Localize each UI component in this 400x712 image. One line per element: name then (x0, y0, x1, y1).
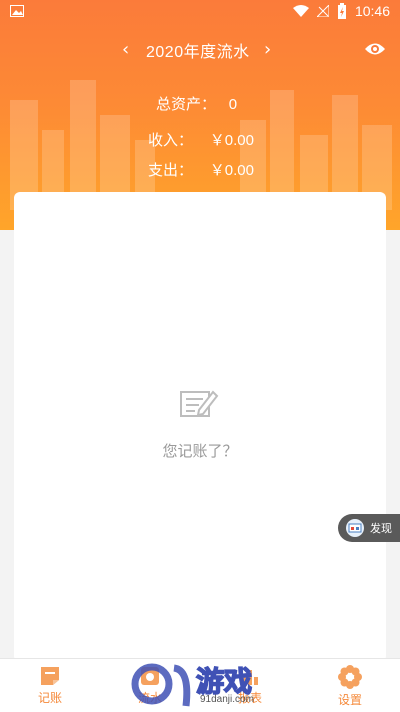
tab-report[interactable]: 报表 (220, 665, 280, 706)
records-card: 您记账了？ (14, 192, 386, 662)
tab-bookkeeping[interactable]: 记账 (20, 665, 80, 706)
gallery-notification-icon (10, 5, 24, 17)
income-value: ￥0.00 (209, 132, 254, 149)
tab-settings[interactable]: 设置 (320, 665, 380, 708)
previous-year-button[interactable]: ‹ (122, 39, 129, 60)
status-bar: 10:46 (0, 0, 400, 24)
discover-button[interactable]: 发现 (338, 514, 400, 542)
title-row: ‹ 2020年度流水 › (0, 38, 400, 62)
tab-label: 记账 (37, 691, 62, 705)
income-row: 收入： ￥0.00 (148, 129, 254, 150)
page-title: 2020年度流水 (146, 44, 250, 61)
total-assets-row: 总资产： 0 (156, 93, 237, 114)
chart-icon (242, 670, 258, 685)
no-signal-icon (316, 5, 329, 17)
wifi-icon (292, 5, 309, 17)
flow-icon (141, 667, 159, 685)
tab-label: 报表 (237, 691, 262, 705)
tab-label: 流水 (137, 691, 162, 705)
discover-icon (346, 519, 364, 537)
expense-label: 支出： (148, 161, 194, 179)
tab-label: 设置 (337, 693, 362, 707)
bottom-tab-bar: 记账 流水 报表 设置 (0, 658, 400, 712)
total-assets-value: 0 (228, 96, 238, 113)
battery-charging-icon (337, 3, 346, 19)
note-icon (41, 667, 59, 685)
status-time: 10:46 (354, 3, 390, 19)
eye-icon[interactable] (364, 41, 386, 57)
next-year-button[interactable]: › (264, 39, 271, 60)
tab-flow[interactable]: 流水 (120, 665, 180, 706)
expense-value: ￥0.00 (209, 162, 254, 179)
expense-row: 支出： ￥0.00 (148, 159, 254, 180)
income-label: 收入： (148, 131, 194, 149)
discover-label: 发现 (370, 522, 392, 535)
empty-state-message: 您记账了？ (162, 442, 238, 460)
empty-note-icon (180, 390, 219, 417)
total-assets-label: 总资产： (156, 95, 217, 113)
settings-icon (338, 665, 362, 689)
